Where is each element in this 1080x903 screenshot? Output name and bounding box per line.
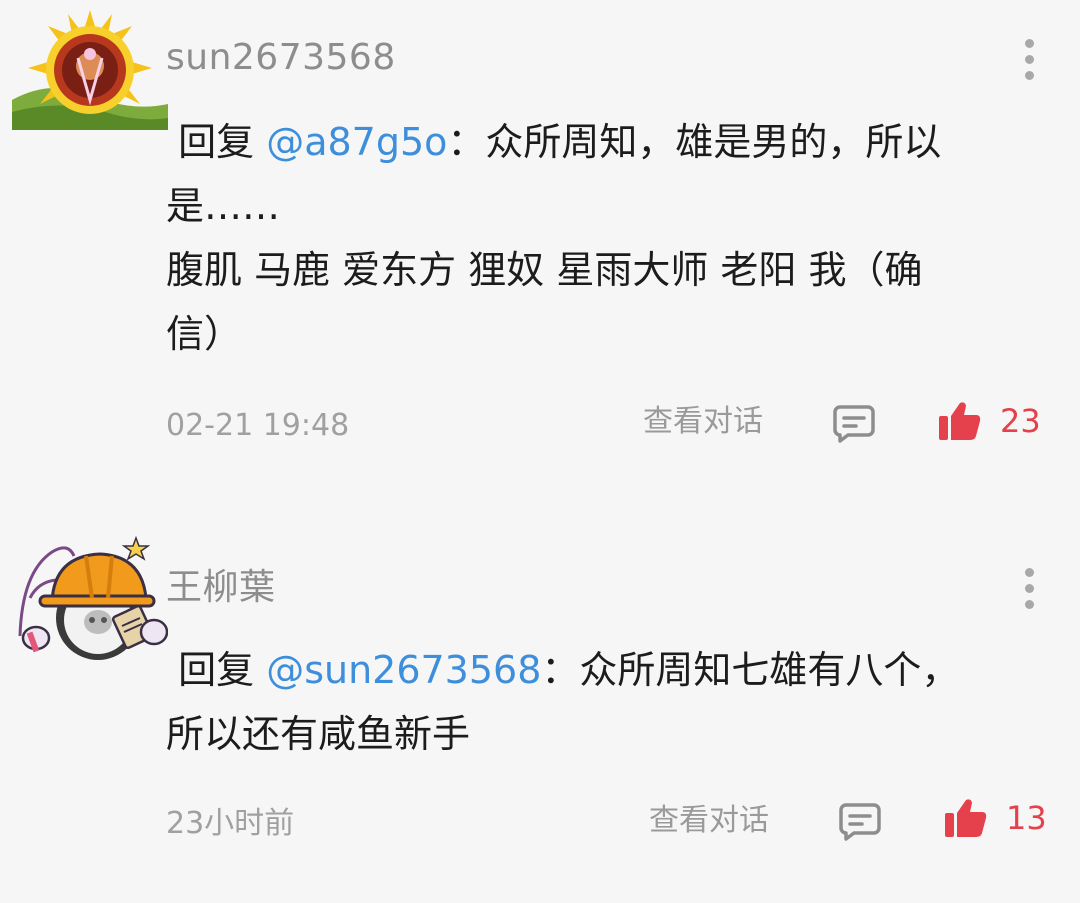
comment-content: 回复 @sun2673568：众所周知七雄有八个， 所以还有咸鱼新手: [166, 638, 1046, 766]
comment-item: 王柳葉 回复 @sun2673568：众所周知七雄有八个， 所以还有咸鱼新手 2…: [0, 470, 1080, 903]
avatar-helmet-character[interactable]: [12, 532, 168, 662]
reply-prefix: 回复: [166, 120, 267, 164]
mention-link[interactable]: @sun2673568: [266, 648, 541, 692]
like-button[interactable]: 23: [938, 400, 1041, 442]
comment-text-rest: 是…… 腹肌 马鹿 爱东方 狸奴 星雨大师 老阳 我（确 信）: [166, 184, 923, 356]
comment-item: sun2673568 回复 @a87g5o：众所周知，雄是男的，所以 是…… 腹…: [0, 0, 1080, 470]
comment-username[interactable]: 王柳葉: [166, 566, 276, 610]
comment-bubble-icon[interactable]: [838, 801, 882, 841]
comment-username[interactable]: sun2673568: [166, 36, 396, 80]
more-vertical-icon[interactable]: [1008, 560, 1050, 616]
comment-text-first-line: ：众所周知，雄是男的，所以: [447, 120, 942, 164]
thumbs-up-icon: [945, 799, 987, 837]
comment-text-first-line: ：众所周知七雄有八个，: [541, 648, 960, 692]
thumbs-up-icon: [939, 402, 981, 440]
like-count: 23: [1000, 402, 1041, 440]
comment-text-rest: 所以还有咸鱼新手: [166, 712, 471, 756]
comment-content: 回复 @a87g5o：众所周知，雄是男的，所以 是…… 腹肌 马鹿 爱东方 狸奴…: [166, 110, 1046, 366]
comment-bubble-icon[interactable]: [832, 403, 876, 443]
view-conversation-button[interactable]: 查看对话: [643, 402, 763, 442]
comment-timestamp: 02-21 19:48: [166, 408, 350, 443]
mention-link[interactable]: @a87g5o: [266, 120, 447, 164]
comment-timestamp: 23小时前: [166, 806, 295, 841]
view-conversation-button[interactable]: 查看对话: [649, 801, 769, 841]
avatar-sun-badge[interactable]: [12, 8, 168, 138]
reply-prefix: 回复: [166, 648, 267, 692]
like-button[interactable]: 13: [944, 797, 1047, 839]
like-count: 13: [1006, 799, 1047, 837]
more-vertical-icon[interactable]: [1008, 31, 1050, 87]
